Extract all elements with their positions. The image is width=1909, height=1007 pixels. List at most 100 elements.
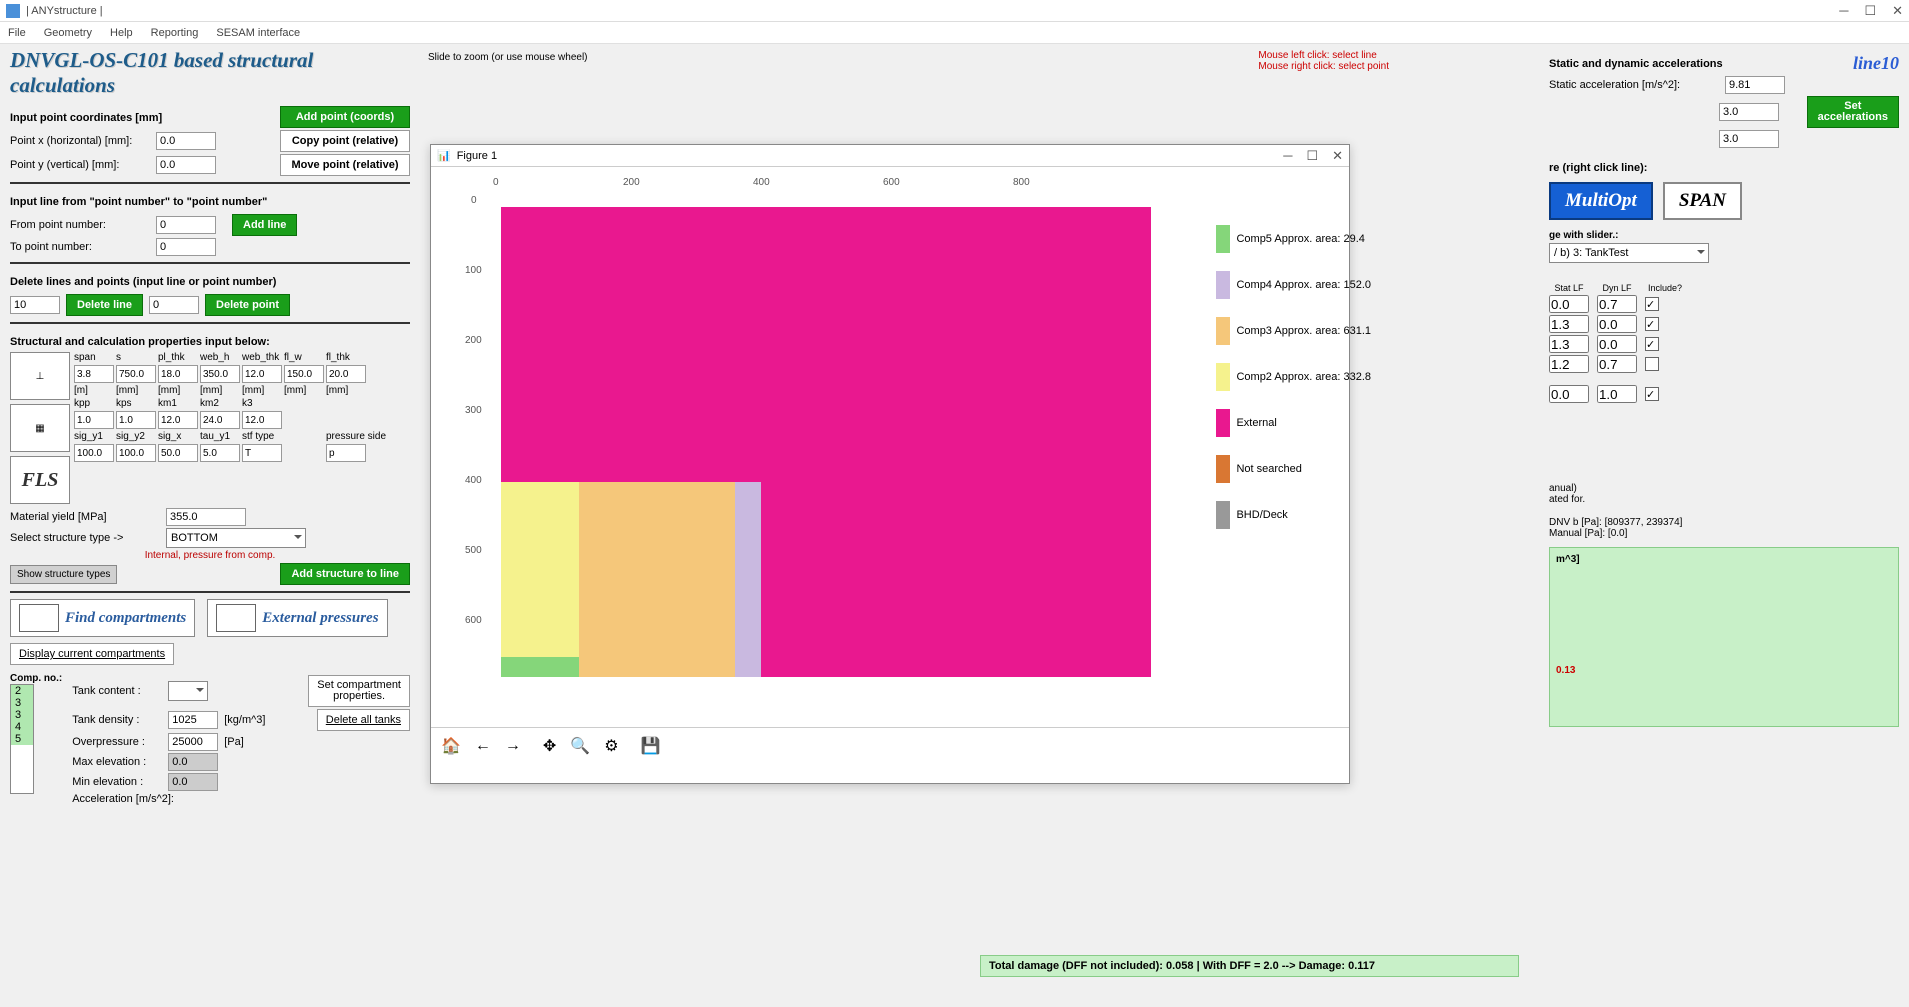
k3-input[interactable] [242,411,282,429]
statlf-input[interactable] [1549,385,1589,403]
struct-type-select[interactable]: BOTTOM [166,528,306,548]
dynlf-input[interactable] [1597,355,1637,373]
stftype-input[interactable] [242,444,282,462]
max-elev-input[interactable] [168,753,218,771]
comp-listbox[interactable]: 2 3 3 4 5 [10,684,34,794]
dynlf-input[interactable] [1597,295,1637,313]
add-line-button[interactable]: Add line [232,214,297,236]
hdr-sigx: sig_x [158,431,198,442]
pan-icon[interactable]: ✥ [539,734,560,758]
delete-point-button[interactable]: Delete point [205,294,290,316]
to-pt-input[interactable] [156,238,216,256]
delete-line-button[interactable]: Delete line [66,294,143,316]
hdr-sigy1: sig_y1 [74,431,114,442]
span-button[interactable]: SPAN [1663,182,1742,220]
overpressure-input[interactable] [168,733,218,751]
multiopt-button[interactable]: MultiOpt [1549,182,1653,220]
plthk-input[interactable] [158,365,198,383]
sigy1-input[interactable] [74,444,114,462]
hdr-webh: web_h [200,352,240,363]
from-pt-input[interactable] [156,216,216,234]
minimize-icon[interactable]: ─ [1839,3,1848,19]
close-icon[interactable]: ✕ [1892,3,1903,19]
add-point-button[interactable]: Add point (coords) [280,106,410,128]
kps-input[interactable] [116,411,156,429]
dynlf-input[interactable] [1597,385,1637,403]
forward-icon[interactable]: → [501,735,525,757]
move-point-button[interactable]: Move point (relative) [280,154,410,176]
statlf-input[interactable] [1549,295,1589,313]
comp-select[interactable]: / b) 3: TankTest [1549,243,1709,263]
include-checkbox[interactable]: ✓ [1645,317,1659,331]
menu-file[interactable]: File [8,27,26,39]
fig-maximize-icon[interactable]: ☐ [1306,148,1318,164]
delete-tanks-button[interactable]: Delete all tanks [317,709,410,731]
legend-swatch [1216,455,1230,483]
webh-input[interactable] [200,365,240,383]
comp-item[interactable]: 2 [11,685,33,697]
add-struct-button[interactable]: Add structure to line [280,563,410,585]
webthk-input[interactable] [242,365,282,383]
menu-geometry[interactable]: Geometry [44,27,92,39]
point-x-input[interactable] [156,132,216,150]
statlf-input[interactable] [1549,335,1589,353]
info-line: anual) [1549,483,1899,494]
comp-item[interactable]: 3 [11,709,33,721]
comp-item[interactable]: 3 [11,697,33,709]
dynlf-input[interactable] [1597,315,1637,333]
figure-toolbar: 🏠 ← → ✥ 🔍 ⚙ 💾 [431,727,1349,763]
km1-input[interactable] [158,411,198,429]
kpp-input[interactable] [74,411,114,429]
op-unit: [Pa] [224,736,244,748]
external-pressures-button[interactable]: External pressures [207,599,387,637]
copy-point-button[interactable]: Copy point (relative) [280,130,410,152]
chart-plot[interactable]: Comp5 Approx. area: 29.4 Comp4 Approx. a… [501,207,1151,677]
home-icon[interactable]: 🏠 [437,734,465,758]
fig-minimize-icon[interactable]: ─ [1283,148,1292,164]
hdr-kpp: kpp [74,398,114,409]
save-icon[interactable]: 💾 [637,734,665,758]
comp-item[interactable]: 4 [11,721,33,733]
statlf-input[interactable] [1549,355,1589,373]
point-y-input[interactable] [156,156,216,174]
mat-yield-input[interactable] [166,508,246,526]
km2-input[interactable] [200,411,240,429]
s-input[interactable] [116,365,156,383]
flthk-input[interactable] [326,365,366,383]
set-comp-props-button[interactable]: Set compartmentproperties. [308,675,410,707]
del-pt-input[interactable] [149,296,199,314]
sigy2-input[interactable] [116,444,156,462]
set-accel-button[interactable]: Setaccelerations [1807,96,1899,128]
configure-icon[interactable]: ⚙ [600,734,622,758]
dyn2-input[interactable] [1719,130,1779,148]
tank-content-select[interactable] [168,681,208,701]
find-compartments-button[interactable]: Find compartments [10,599,195,637]
include-checkbox[interactable]: ✓ [1645,297,1659,311]
tank-density-input[interactable] [168,711,218,729]
flw-input[interactable] [284,365,324,383]
py-label: Point y (vertical) [mm]: [10,159,150,171]
sigx-input[interactable] [158,444,198,462]
menu-sesam[interactable]: SESAM interface [216,27,300,39]
zoom-icon[interactable]: 🔍 [566,734,594,758]
pside-input[interactable] [326,444,366,462]
min-elev-input[interactable] [168,773,218,791]
include-checkbox[interactable] [1645,357,1659,371]
statlf-input[interactable] [1549,315,1589,333]
dyn1-input[interactable] [1719,103,1779,121]
include-checkbox[interactable]: ✓ [1645,337,1659,351]
show-struct-types-button[interactable]: Show structure types [10,565,117,584]
menu-reporting[interactable]: Reporting [151,27,199,39]
comp-item[interactable]: 5 [11,733,33,745]
display-compartments-button[interactable]: Display current compartments [10,643,174,665]
fig-close-icon[interactable]: ✕ [1332,148,1343,164]
dynlf-input[interactable] [1597,335,1637,353]
span-input[interactable] [74,365,114,383]
maximize-icon[interactable]: ☐ [1864,3,1876,19]
static-accel-input[interactable] [1725,76,1785,94]
tauy1-input[interactable] [200,444,240,462]
include-checkbox[interactable]: ✓ [1645,387,1659,401]
back-icon[interactable]: ← [471,735,495,757]
menu-help[interactable]: Help [110,27,133,39]
del-line-input[interactable] [10,296,60,314]
